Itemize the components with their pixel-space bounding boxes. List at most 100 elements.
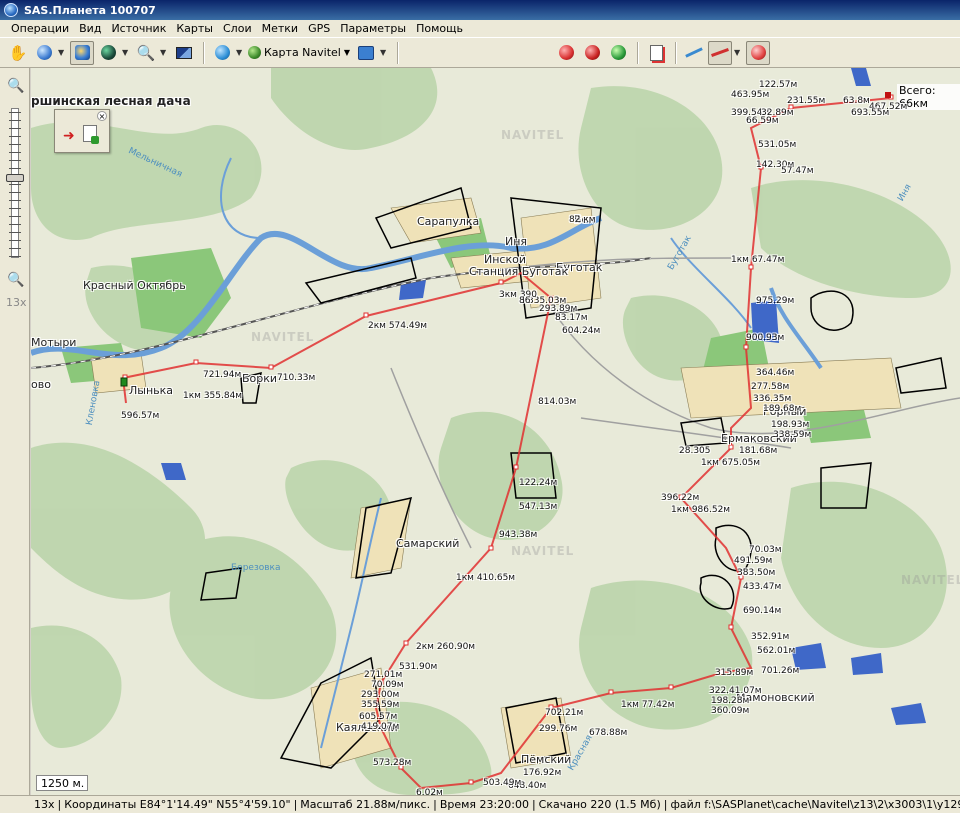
- globe-app-icon: [4, 3, 18, 17]
- start-marker[interactable]: [120, 377, 128, 387]
- route-segment-label: 463.95м: [731, 90, 770, 100]
- menu-help[interactable]: Помощь: [411, 22, 468, 35]
- route-tools-panel: × ➜: [54, 109, 110, 153]
- route-segment-label: 943.38м: [499, 530, 538, 540]
- route-segment-label: 63.8м: [843, 96, 870, 106]
- dark-globe-icon[interactable]: [96, 41, 120, 65]
- undo-arrow-icon[interactable]: ➜: [63, 128, 75, 144]
- map-view-icon[interactable]: [70, 40, 94, 65]
- route-segment-label: 396.22м: [661, 493, 700, 503]
- menu-marks[interactable]: Метки: [257, 22, 303, 35]
- zoom-slider-thumb[interactable]: [6, 174, 24, 182]
- route-segment-label: 710.33м: [277, 373, 316, 383]
- zoom-tick: [9, 208, 21, 209]
- chevron-down-icon[interactable]: ▼: [160, 48, 168, 57]
- marks-list-icon[interactable]: [644, 41, 668, 65]
- save-route-icon[interactable]: [83, 125, 99, 144]
- fullscreen-icon[interactable]: [172, 41, 196, 65]
- route-segment-label: 531.90м: [399, 662, 438, 672]
- toolbar-separator: [675, 41, 678, 64]
- chevron-down-icon[interactable]: ▼: [734, 48, 742, 57]
- toolbar-separator: [397, 41, 400, 64]
- chevron-down-icon[interactable]: ▼: [380, 48, 388, 57]
- scale-label: 1250 м.: [41, 776, 85, 790]
- route-segment-label: 419.07м: [361, 722, 400, 732]
- place-label: Пёмский: [521, 753, 572, 766]
- river-label: Березовка: [231, 563, 281, 573]
- chevron-down-icon[interactable]: ▼: [58, 48, 66, 57]
- window-title: SAS.Планета 100707: [24, 3, 156, 17]
- menu-gps[interactable]: GPS: [303, 22, 335, 35]
- place-label: Красный Октябрь: [83, 279, 186, 292]
- layers-globe-icon[interactable]: [210, 41, 234, 65]
- magnifier-icon[interactable]: 🔍: [134, 41, 158, 65]
- route-segment-label: 605.57м: [359, 712, 398, 722]
- route-segment-label: 678.88м: [589, 728, 628, 738]
- route-segment-label: 28.305: [679, 446, 711, 456]
- route-segment-label: 293.00м: [361, 690, 400, 700]
- menu-maps[interactable]: Карты: [171, 22, 218, 35]
- toolbar-separator: [637, 41, 640, 64]
- chevron-down-icon[interactable]: ▼: [122, 48, 130, 57]
- route-segment-label: 531.05м: [758, 140, 797, 150]
- route-segment-label: 70.09м: [371, 680, 404, 690]
- route-segment-label: 1км 986.52м: [671, 505, 731, 515]
- route-segment-label: 66.59м: [746, 116, 779, 126]
- zoom-tick: [9, 184, 21, 185]
- route-segment-label: 721.94м: [203, 370, 242, 380]
- close-icon[interactable]: ×: [97, 111, 107, 121]
- map-source-selector[interactable]: Карта Navitel ▼: [248, 46, 350, 59]
- menu-operations[interactable]: Операции: [6, 22, 74, 35]
- route-segment-label: 702.21м: [545, 708, 584, 718]
- placemark-add-icon[interactable]: [554, 41, 578, 65]
- zoom-slider-track[interactable]: [11, 108, 19, 258]
- globe-source-icon[interactable]: [32, 41, 56, 65]
- distance-line-icon[interactable]: [708, 40, 733, 65]
- zoom-tick: [9, 248, 21, 249]
- place-label: Самарский: [396, 537, 460, 550]
- zoom-in-icon[interactable]: 🔍: [7, 78, 24, 94]
- route-delete-icon[interactable]: [746, 40, 771, 65]
- place-label: Мотыри: [31, 336, 77, 349]
- menu-source[interactable]: Источник: [106, 22, 171, 35]
- place-label: Иня: [505, 235, 528, 248]
- route-segment-label: 338.59м: [773, 430, 812, 440]
- status-zoom: 13x: [34, 798, 55, 811]
- route-measure-icon[interactable]: [682, 41, 706, 65]
- route-segment-label: 900.93м: [746, 333, 785, 343]
- route-segment-label: 1км 675.05м: [701, 458, 761, 468]
- zoom-tick: [9, 240, 21, 241]
- placemark-delete-icon[interactable]: [580, 41, 604, 65]
- status-coords: Координаты E84°1'14.49" N55°4'59.10": [64, 798, 291, 811]
- overlay-map-icon[interactable]: [354, 41, 378, 65]
- route-segment-label: 3км 390: [499, 290, 537, 300]
- route-segment-label: 6.02м: [416, 788, 443, 795]
- zoom-tick: [9, 152, 21, 153]
- menu-parameters[interactable]: Параметры: [335, 22, 411, 35]
- route-segment-label: 198.93м: [771, 420, 810, 430]
- route-segment-label: 693.55м: [851, 108, 890, 118]
- menu-view[interactable]: Вид: [74, 22, 106, 35]
- status-bar: 13x | Координаты E84°1'14.49" N55°4'59.10…: [0, 795, 960, 813]
- zoom-tick: [9, 144, 21, 145]
- route-segment-label: 701.26м: [761, 666, 800, 676]
- green-globe-icon: [248, 46, 261, 59]
- map-canvas[interactable]: NAVITEL NAVITEL NAVITEL NAVITEL ршинская…: [31, 68, 960, 795]
- route-segment-label: 1км 77.42м: [621, 700, 675, 710]
- route-segment-label: 315.89м: [715, 668, 754, 678]
- chevron-down-icon[interactable]: ▼: [236, 48, 244, 57]
- menu-layers[interactable]: Слои: [218, 22, 257, 35]
- placemark-edit-icon[interactable]: [606, 41, 630, 65]
- route-segment-label: 231.55м: [787, 96, 826, 106]
- route-segment-label: 299.76м: [539, 724, 578, 734]
- zoom-out-icon[interactable]: 🔍: [7, 272, 24, 288]
- route-segment-label: 975.29м: [756, 296, 795, 306]
- route-segment-label: 355.59м: [361, 700, 400, 710]
- route-segment-label: 433.47м: [743, 582, 782, 592]
- route-segment-label: 360.09м: [711, 706, 750, 716]
- hand-pan-icon[interactable]: ✋: [6, 41, 30, 65]
- region-title: ршинская лесная дача: [31, 94, 191, 108]
- toolbar-separator: [203, 41, 205, 64]
- place-label: Лынька: [129, 384, 174, 397]
- end-marker[interactable]: [885, 92, 891, 98]
